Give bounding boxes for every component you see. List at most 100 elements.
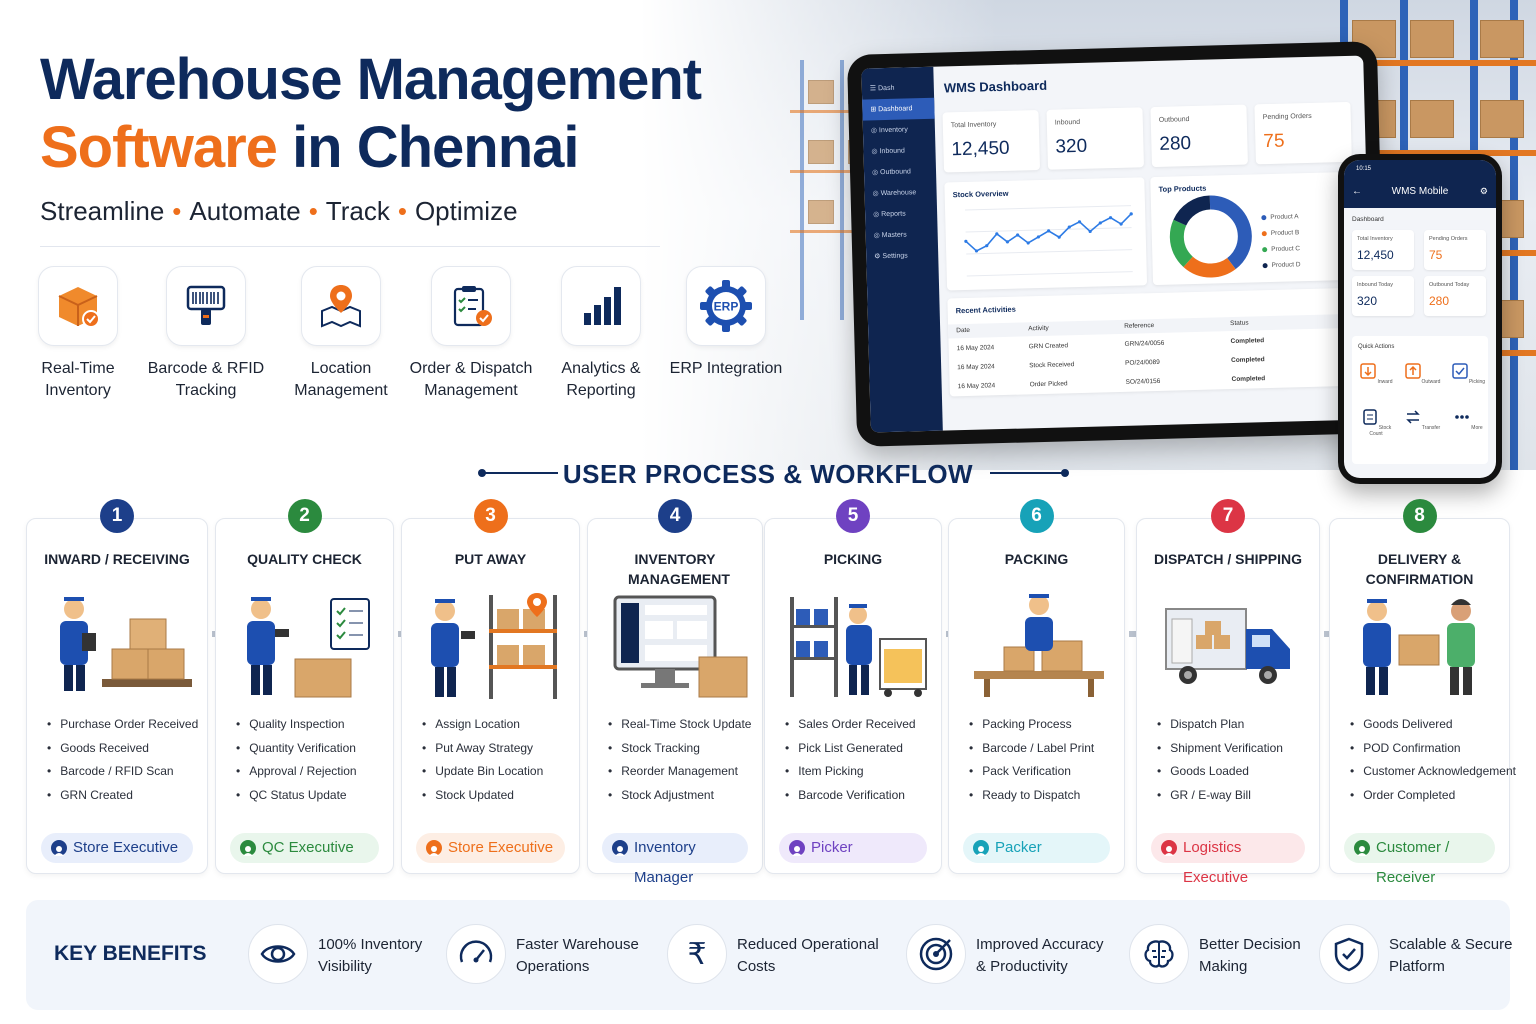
brain-icon bbox=[1129, 924, 1189, 984]
sidebar-label: Outbound bbox=[880, 168, 911, 177]
sidebar-item-settings[interactable]: ⚙ Settings bbox=[866, 245, 939, 268]
mobile-title: WMS Mobile bbox=[1391, 186, 1449, 197]
tagline-word: Track bbox=[325, 196, 390, 226]
legend-label: Product B bbox=[1270, 229, 1300, 237]
gridline bbox=[966, 271, 1133, 277]
kpi-value: 12,450 bbox=[1357, 248, 1394, 262]
bullet-item: Pack Verification bbox=[969, 764, 1120, 788]
legend-swatch bbox=[1262, 246, 1268, 252]
map-pin-icon bbox=[301, 266, 381, 346]
kpi-value: 75 bbox=[1263, 130, 1285, 153]
user-icon bbox=[973, 840, 989, 856]
legend-item: Product C bbox=[1262, 241, 1300, 258]
picking-icon bbox=[1452, 363, 1468, 379]
mobile-kpi[interactable]: Total Inventory 12,450 bbox=[1352, 230, 1414, 270]
quick-actions-panel: Quick Actions Inward Outward Picking Sto… bbox=[1352, 336, 1488, 464]
feature-label: ERP Integration bbox=[669, 360, 783, 377]
sidebar-item-inbound[interactable]: ◎ Inbound bbox=[863, 140, 936, 163]
kpi-card[interactable]: Inbound 320 bbox=[1046, 107, 1145, 170]
dashboard-main: WMS Dashboard Total Inventory 12,450 Inbo… bbox=[933, 55, 1372, 430]
stock-overview-chart bbox=[964, 205, 1133, 277]
table-cell: GRN/24/0056 bbox=[1124, 339, 1165, 348]
target-icon bbox=[906, 924, 966, 984]
table-cell: PO/24/0089 bbox=[1125, 358, 1160, 367]
feature-erp-integration: ERP ERP Integration bbox=[656, 266, 796, 380]
feature-label: Order & Dispatch Management bbox=[409, 360, 533, 399]
workflow-step-card: PICKING Sales Order ReceivedPick List Gen… bbox=[764, 518, 942, 874]
table-cell: Completed bbox=[1230, 356, 1265, 365]
mobile-kpi[interactable]: Outbound Today 280 bbox=[1424, 276, 1486, 316]
bullet-item: GR / E-way Bill bbox=[1157, 788, 1315, 812]
feature-barcode-rfid: Barcode & RFID Tracking bbox=[136, 266, 276, 402]
feature-realtime-inventory: Real-Time Inventory bbox=[8, 266, 148, 402]
dashboard-screen: ☰ Dash ⊞ Dashboard ◎ Inventory ◎ Inbound… bbox=[861, 55, 1373, 433]
kpi-card[interactable]: Total Inventory 12,450 bbox=[942, 110, 1041, 173]
mobile-section-title: Dashboard bbox=[1352, 216, 1384, 223]
mobile-kpi[interactable]: Inbound Today 320 bbox=[1352, 276, 1414, 316]
benefit-text: Faster Warehouse Operations bbox=[516, 934, 639, 978]
table-cell: SO/24/0156 bbox=[1125, 377, 1161, 386]
mobile-kpi[interactable]: Pending Orders 75 bbox=[1424, 230, 1486, 270]
sidebar-item-dashboard[interactable]: ⊞ Dashboard bbox=[862, 97, 935, 121]
bullet-item: Shipment Verification bbox=[1157, 741, 1315, 765]
rack-post bbox=[800, 60, 804, 320]
step-bullets: Real-Time Stock UpdateStock TrackingReor… bbox=[608, 717, 758, 811]
bullet-item: Quality Inspection bbox=[236, 717, 389, 741]
sidebar-label: Masters bbox=[881, 231, 907, 240]
benefit-text: 100% Inventory Visibility bbox=[318, 934, 422, 978]
step-illustration bbox=[1363, 599, 1475, 695]
sidebar-label: Dashboard bbox=[878, 105, 913, 114]
role-badge: Store Executive bbox=[41, 833, 193, 863]
workflow-step-card: DISPATCH / SHIPPING Dispatch PlanShipment… bbox=[1136, 518, 1320, 886]
quick-action-outward[interactable]: Outward bbox=[1402, 362, 1442, 385]
role-badge: Picker bbox=[779, 833, 927, 863]
bullet-item: Sales Order Received bbox=[785, 717, 937, 741]
benefit-line: Reduced Operational bbox=[737, 936, 879, 953]
quick-action-stock-count[interactable]: Stock Count bbox=[1356, 408, 1396, 437]
kpi-card[interactable]: Outbound 280 bbox=[1150, 104, 1248, 168]
kpi-value: 320 bbox=[1357, 294, 1378, 308]
bullet-item: Goods Loaded bbox=[1157, 764, 1315, 788]
page-title-line1: Warehouse Management bbox=[40, 47, 702, 112]
top-products-panel: Top Products Product A Product B Product… bbox=[1150, 171, 1354, 286]
kpi-card[interactable]: Pending Orders 75 bbox=[1254, 101, 1352, 165]
workflow-step-card: INVENTORY MANAGEMENT Real-Time Stock Upda… bbox=[587, 518, 763, 886]
quick-action-label: Picking bbox=[1468, 379, 1486, 385]
inventory-box-icon bbox=[38, 266, 118, 346]
quick-action-picking[interactable]: Picking bbox=[1448, 362, 1488, 385]
feature-label: Real-Time Inventory bbox=[41, 360, 115, 399]
step-title: QUALITY CHECK bbox=[247, 551, 362, 567]
stacked-box bbox=[1410, 100, 1454, 138]
bullet-item: Pick List Generated bbox=[785, 741, 937, 765]
sidebar-item-inventory[interactable]: ◎ Inventory bbox=[863, 119, 936, 142]
quick-action-inward[interactable]: Inward bbox=[1356, 362, 1396, 385]
sidebar-item-warehouse[interactable]: ◎ Warehouse bbox=[864, 182, 937, 205]
sidebar-item-masters[interactable]: ◎ Masters bbox=[865, 224, 938, 247]
feature-label: Analytics & Reporting bbox=[561, 360, 641, 399]
quick-action-more[interactable]: More bbox=[1448, 408, 1488, 431]
stacked-box bbox=[808, 200, 834, 224]
kpi-value: 280 bbox=[1429, 294, 1450, 308]
step-number-badge: 5 bbox=[836, 499, 870, 533]
svg-text:ERP: ERP bbox=[714, 300, 739, 314]
table-header: Status bbox=[1230, 319, 1249, 328]
sidebar-item-outbound[interactable]: ◎ Outbound bbox=[864, 161, 937, 184]
user-icon bbox=[612, 840, 628, 856]
benefit-line: & Productivity bbox=[976, 958, 1068, 975]
bullet-item: POD Confirmation bbox=[1350, 741, 1505, 765]
page-title-line2: Software in Chennai bbox=[40, 114, 580, 181]
bullet-item: GRN Created bbox=[47, 788, 203, 812]
feature-analytics-reporting: Analytics & Reporting bbox=[531, 266, 671, 402]
step-number-badge: 1 bbox=[100, 499, 134, 533]
step-number-badge: 4 bbox=[658, 499, 692, 533]
role-label: Inventory Manager bbox=[634, 839, 696, 886]
step-bullets: Assign LocationPut Away StrategyUpdate B… bbox=[422, 717, 575, 811]
benefit-line: Scalable & Secure bbox=[1389, 936, 1513, 953]
quick-action-transfer[interactable]: Transfer bbox=[1402, 408, 1442, 431]
quick-action-label: More bbox=[1471, 425, 1483, 431]
sidebar-item-reports[interactable]: ◎ Reports bbox=[865, 203, 938, 226]
step-title: PACKING bbox=[1004, 551, 1069, 567]
settings-icon[interactable]: ⚙ bbox=[1480, 186, 1488, 197]
quick-action-label: Outward bbox=[1421, 379, 1441, 385]
table-cell: Order Picked bbox=[1029, 380, 1068, 389]
